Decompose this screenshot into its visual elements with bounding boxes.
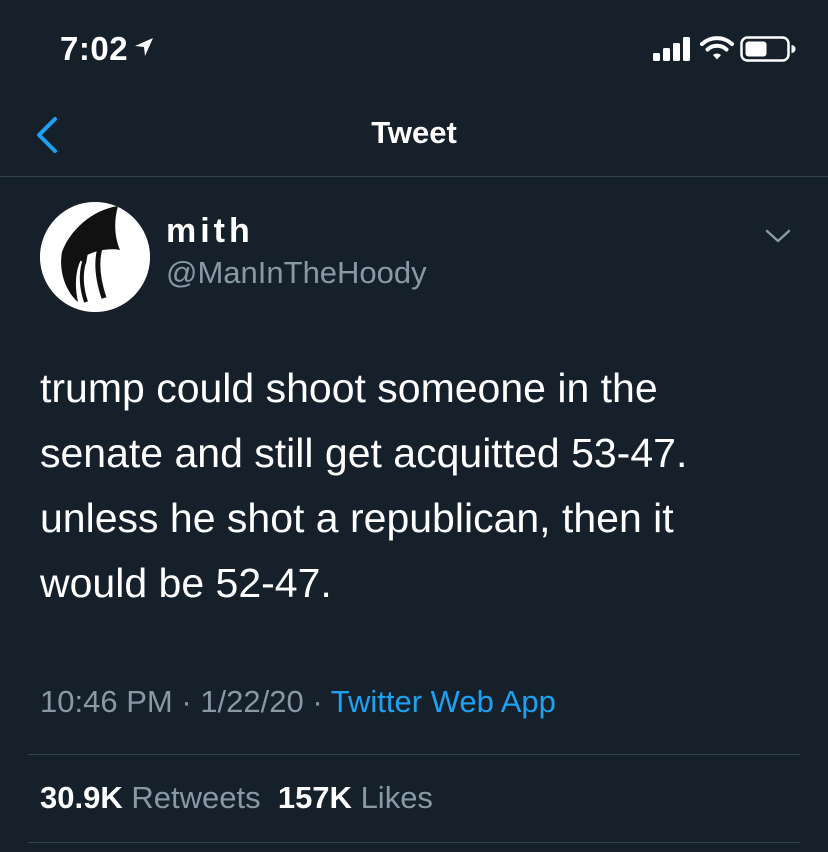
battery-icon (740, 36, 796, 62)
wifi-icon (700, 36, 734, 60)
tweet-text-line: trump could shoot someone in the (40, 365, 658, 411)
tweet-meta: 10:46 PM · 1/22/20 · Twitter Web App (40, 684, 556, 720)
signal-icon (653, 37, 690, 61)
tweet-text-line: senate and still get acquitted 53-47. (40, 430, 688, 476)
retweets-label: Retweets (131, 780, 261, 815)
nav-bar: Tweet (0, 100, 828, 176)
meta-separator: · (181, 684, 192, 719)
chevron-down-icon[interactable] (764, 226, 792, 246)
tweet-text-line: would be 52-47. (40, 560, 332, 606)
retweets-stat[interactable]: 30.9K Retweets (40, 780, 261, 815)
status-bar: 7:02 (0, 0, 828, 100)
retweets-count: 30.9K (40, 780, 123, 815)
avatar[interactable] (40, 202, 150, 312)
hooded-figure-icon (40, 202, 150, 312)
display-name[interactable]: mith (166, 212, 254, 251)
tweet-stats: 30.9K Retweets 157K Likes (40, 780, 433, 816)
likes-stat[interactable]: 157K Likes (278, 780, 433, 815)
stats-divider (28, 842, 800, 843)
location-arrow-icon (135, 38, 153, 56)
tweet-date: 1/22/20 (200, 684, 304, 719)
tweet-time: 10:46 PM (40, 684, 173, 719)
meta-divider (28, 754, 800, 755)
likes-count: 157K (277, 780, 352, 815)
nav-divider (0, 176, 828, 177)
meta-separator: · (312, 684, 323, 719)
tweet-text-line: unless he shot a republican, then it (40, 495, 674, 541)
user-handle[interactable]: @ManInTheHoody (166, 255, 427, 291)
tweet-source-link[interactable]: Twitter Web App (331, 684, 556, 719)
status-time: 7:02 (60, 30, 129, 67)
likes-label: Likes (360, 780, 433, 815)
page-title: Tweet (371, 115, 457, 150)
tweet-text: trump could shoot someone in the senate … (40, 356, 800, 616)
